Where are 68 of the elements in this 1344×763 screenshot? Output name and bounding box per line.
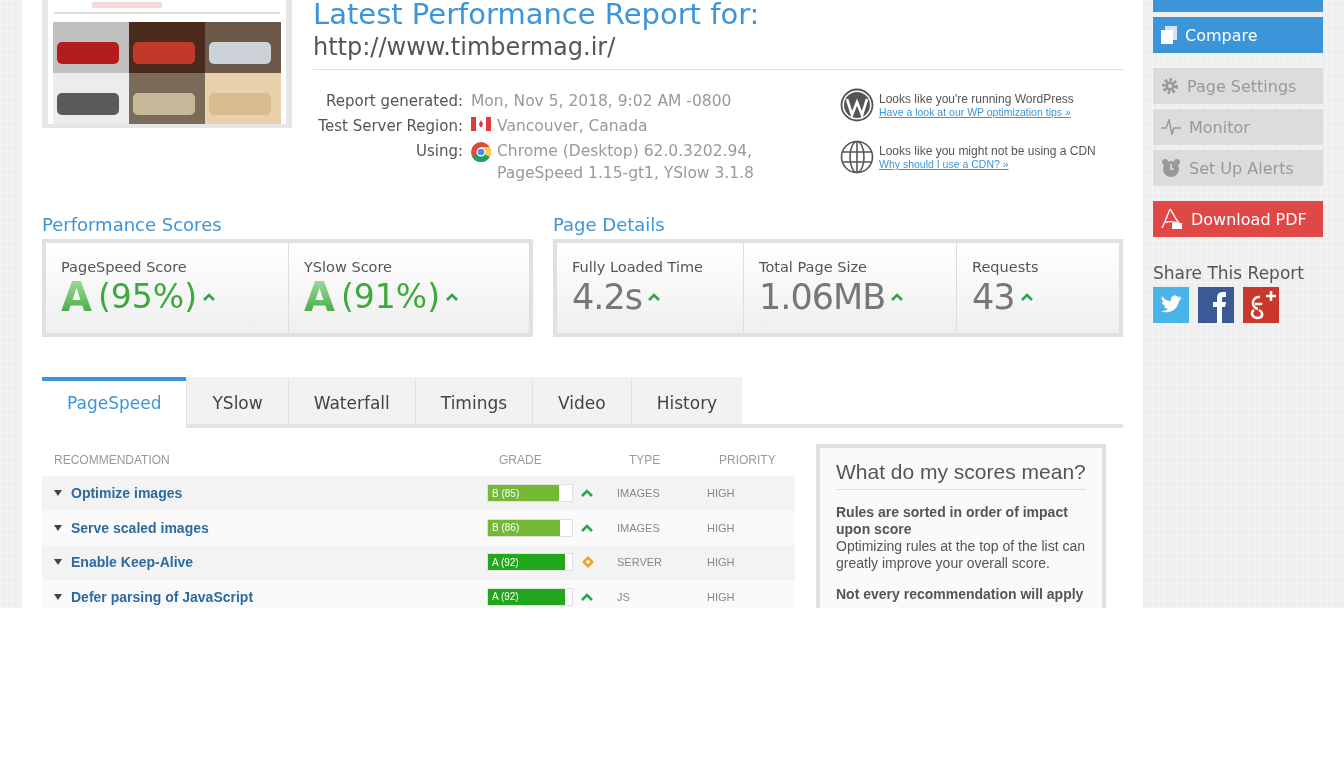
diamond-icon	[581, 555, 595, 570]
grade-fill: A (92)	[488, 554, 566, 571]
table-cell-text: SERVER	[617, 556, 664, 569]
section-title: Performance Scores	[42, 214, 223, 236]
gear-icon	[1161, 77, 1179, 95]
table-cell-text: HIGH	[707, 590, 736, 603]
grade-fill: B (85)	[488, 485, 560, 502]
table-cell-text: IMAGES	[617, 487, 661, 500]
notice-text: Looks like you might not be using a CDN	[879, 144, 1096, 158]
column-header: TYPE	[628, 453, 662, 467]
detail-value: 4.2s	[572, 277, 642, 317]
detail-value: PageSpeed 1.15-gt1, YSlow 3.1.8	[497, 163, 754, 184]
sidebar-button[interactable]: Download PDF	[1153, 201, 1323, 237]
caret-icon[interactable]	[54, 559, 62, 566]
detail-label: Test Server Region:	[317, 116, 463, 137]
report-url: http://www.timbermag.ir/	[313, 32, 617, 62]
detail-label: Total Page Size	[759, 259, 867, 275]
facebook-icon[interactable]	[1198, 287, 1234, 323]
caret-icon[interactable]	[54, 524, 62, 531]
recommendation-link[interactable]: Enable Keep-Alive	[71, 554, 194, 571]
help-paragraph: Not every recommendation will apply	[836, 586, 1085, 603]
pdf-icon	[1161, 208, 1183, 230]
caret-icon[interactable]	[54, 490, 62, 497]
recommendation-link[interactable]: Serve scaled images	[71, 519, 209, 536]
detail-value: Chrome (Desktop) 62.0.3202.94,	[497, 141, 754, 162]
grade-fill: A (92)	[488, 588, 566, 605]
table-cell-text: IMAGES	[617, 521, 661, 534]
sidebar-button[interactable]: Compare	[1153, 17, 1323, 53]
detail-label: Fully Loaded Time	[572, 259, 703, 275]
caret-icon[interactable]	[54, 593, 62, 600]
share-title: Share This Report	[1153, 263, 1305, 283]
help-title: What do my scores mean?	[836, 460, 1086, 490]
alarm-clock-icon	[1161, 158, 1181, 178]
chrome-icon	[471, 142, 491, 162]
detail-label: Using:	[414, 141, 463, 162]
detail-value: Vancouver, Canada	[497, 116, 648, 137]
detail-value: 1.06MB	[759, 277, 886, 317]
column-header: GRADE	[498, 453, 543, 467]
recommendation-link[interactable]: Defer parsing of JavaScript	[71, 588, 254, 605]
column-header: PRIORITY	[718, 453, 777, 467]
score-value: (91%)	[340, 277, 441, 317]
pulse-icon	[1161, 119, 1181, 135]
globe-icon	[840, 140, 874, 174]
canada-flag-icon	[471, 117, 491, 131]
tab[interactable]: PageSpeed	[42, 377, 187, 428]
table-cell-text: JS	[617, 590, 631, 603]
notice-text: Looks like you're running WordPress	[879, 92, 1074, 106]
score-value: (95%)	[97, 277, 198, 317]
detail-label: Requests	[972, 259, 1039, 275]
help-paragraph: Rules are sorted in order of impact upon score Optimizing rules at the top of the list can greatly improve your overall score.	[836, 504, 1086, 572]
detail-value: 43	[972, 277, 1015, 317]
column-header: RECOMMENDATION	[53, 453, 171, 467]
notice-link[interactable]: Have a look at our WP optimization tips »	[879, 106, 1074, 118]
google-plus-icon[interactable]	[1243, 287, 1279, 323]
table-cell-text: HIGH	[707, 556, 736, 569]
section-title: Page Details	[553, 214, 666, 236]
score-label: PageSpeed Score	[61, 259, 187, 275]
notice-link[interactable]: Why should I use a CDN? »	[879, 158, 1096, 170]
wordpress-icon	[840, 88, 874, 122]
recommendation-link[interactable]: Optimize images	[71, 485, 183, 502]
detail-value: Mon, Nov 5, 2018, 9:02 AM -0800	[471, 91, 732, 112]
report-title: Latest Performance Report for:	[313, 0, 761, 32]
grade-fill: B (86)	[488, 519, 561, 536]
table-cell-text: HIGH	[707, 487, 736, 500]
copy-icon	[1161, 26, 1177, 44]
score-label: YSlow Score	[304, 259, 393, 275]
table-cell-text: HIGH	[707, 521, 736, 534]
detail-label: Report generated:	[324, 91, 463, 112]
